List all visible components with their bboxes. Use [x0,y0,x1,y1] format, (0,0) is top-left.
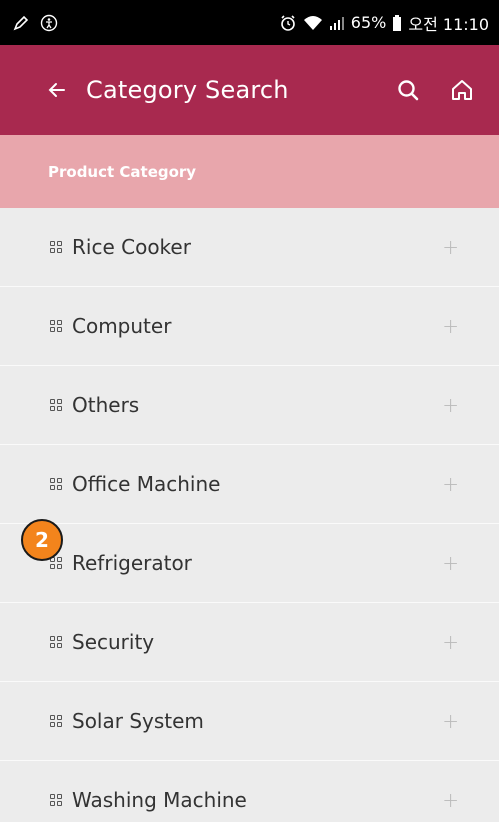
alarm-icon [279,14,297,32]
status-bar: 65% 오전 11:10 [0,0,499,45]
status-right: 65% 오전 11:10 [279,11,489,35]
list-item-label: Refrigerator [72,551,192,575]
arrow-left-icon [48,83,65,97]
battery-icon [392,14,402,32]
list-item-label: Security [72,630,155,654]
signal-icon [329,14,345,32]
grid-icon [50,399,62,411]
grid-icon [50,557,62,569]
list-item-label: Rice Cooker [72,235,191,259]
page-title: Category Search [86,76,289,104]
home-button[interactable] [445,73,479,107]
step-badge: 2 [21,519,63,561]
list-item-solar-system[interactable]: Solar System + [0,682,499,761]
grid-icon [50,636,62,648]
grid-icon [50,241,62,253]
plus-icon[interactable]: + [442,709,459,733]
plus-icon[interactable]: + [442,551,459,575]
search-icon [398,80,419,101]
list-item-label: Solar System [72,709,204,733]
list-item-washing-machine[interactable]: Washing Machine + [0,761,499,822]
list-item-rice-cooker[interactable]: Rice Cooker + [0,208,499,287]
clock: 오전 11:10 [408,14,489,34]
pen-icon [12,14,30,32]
status-left [12,14,58,32]
section-header: Product Category [0,135,499,208]
category-list: Rice Cooker + Computer + Others + Office… [0,208,499,822]
list-item-security[interactable]: Security + [0,603,499,682]
list-item-office-machine[interactable]: Office Machine + [0,445,499,524]
home-icon [452,80,472,100]
list-item-label: Others [72,393,140,417]
app-bar: Category Search [0,45,499,135]
plus-icon[interactable]: + [442,314,459,338]
list-item-computer[interactable]: Computer + [0,287,499,366]
plus-icon[interactable]: + [442,235,459,259]
list-item-label: Washing Machine [72,788,247,812]
grid-icon [50,715,62,727]
list-item-label: Computer [72,314,172,338]
plus-icon[interactable]: + [442,630,459,654]
plus-icon[interactable]: + [442,393,459,417]
list-item-others[interactable]: Others + [0,366,499,445]
grid-icon [50,794,62,806]
grid-icon [50,320,62,332]
step-number: 2 [35,528,49,552]
wifi-icon [303,14,323,32]
back-button[interactable] [46,75,76,105]
grid-icon [50,478,62,490]
list-item-refrigerator[interactable]: Refrigerator + [0,524,499,603]
list-item-label: Office Machine [72,472,221,496]
app-actions [391,73,479,107]
accessibility-icon [40,14,58,32]
plus-icon[interactable]: + [442,788,459,812]
search-button[interactable] [391,73,425,107]
battery-percent: 65% [350,13,387,32]
section-header-label: Product Category [48,162,197,181]
plus-icon[interactable]: + [442,472,459,496]
